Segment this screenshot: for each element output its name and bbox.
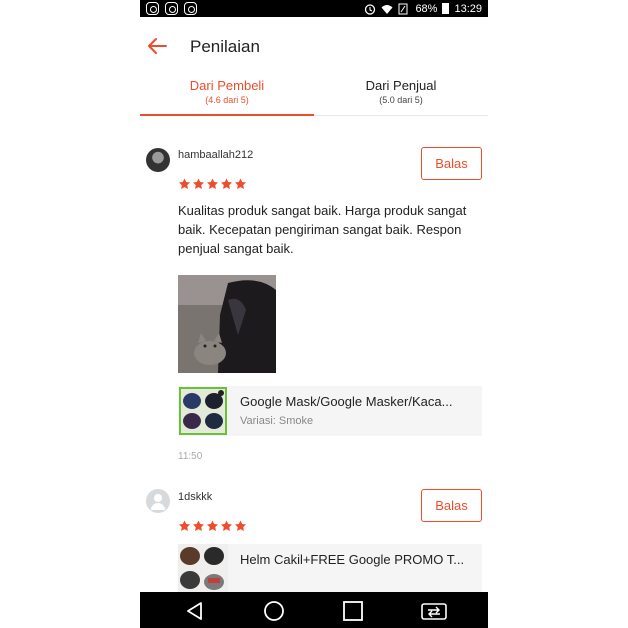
battery-percent: 68% [415,2,438,15]
alarm-icon [365,3,376,15]
recents-square-icon[interactable] [342,600,364,622]
product-card[interactable]: Google Mask/Google Masker/Kaca... Varias… [178,386,482,436]
avatar[interactable] [146,148,170,172]
wifi-icon [381,4,393,14]
instagram-icon [184,2,197,15]
product-name: Google Mask/Google Masker/Kaca... [240,394,453,409]
app-header: Penilaian [140,17,488,73]
tab-label: Dari Penjual [365,78,437,93]
instagram-icon [146,2,159,15]
username[interactable]: 1dskkk [178,491,212,503]
review-photo[interactable] [178,275,276,373]
star-icon [179,520,190,531]
switch-app-icon[interactable] [420,600,448,622]
helmet-image [178,544,228,594]
tab-from-seller[interactable]: Dari Penjual (5.0 dari 5) [314,73,488,115]
back-arrow-icon[interactable] [146,35,168,57]
cat-photo [178,275,276,373]
star-icon [193,178,204,189]
star-rating [178,520,247,532]
rating-tabs: Dari Pembeli (4.6 dari 5) Dari Penjual (… [140,73,488,116]
product-variant: Variasi: Smoke [240,415,314,427]
system-status: 68% 13:29 [364,3,482,15]
star-icon [179,178,190,189]
reply-button[interactable]: Balas [421,147,482,180]
home-circle-icon[interactable] [263,600,285,622]
avatar-placeholder-icon[interactable] [146,489,170,513]
tab-label: Dari Pembeli [189,78,265,93]
navigation-bar [140,592,488,628]
reply-button[interactable]: Balas [421,489,482,522]
page-title: Penilaian [190,37,260,56]
star-icon [235,520,246,531]
back-triangle-icon[interactable] [184,600,206,622]
review-item: 1dskkk Balas Helm Cakil+FREE Google PROM… [140,476,488,594]
star-icon [235,178,246,189]
review-item: hambaallah212 Balas Kualitas produk sang… [140,116,488,476]
product-name: Helm Cakil+FREE Google PROMO T... [240,552,465,567]
tab-from-buyer[interactable]: Dari Pembeli (4.6 dari 5) [140,73,314,116]
username[interactable]: hambaallah212 [178,149,253,161]
clock: 13:29 [454,2,482,15]
tab-rating: (4.6 dari 5) [205,95,249,105]
review-time: 11:50 [178,451,203,462]
star-rating [178,178,247,190]
product-card[interactable]: Helm Cakil+FREE Google PROMO T... [178,544,482,594]
signal-icon [398,3,408,14]
notification-icons [146,2,197,15]
battery-icon [442,3,450,14]
star-icon [221,178,232,189]
star-icon [207,178,218,189]
tab-rating: (5.0 dari 5) [379,95,423,105]
star-icon [221,520,232,531]
star-icon [207,520,218,531]
instagram-icon [165,2,178,15]
product-thumbnail [179,387,227,435]
status-bar: 68% 13:29 [140,0,488,17]
phone-screen: 68% 13:29 Penilaian Dari Pembeli (4.6 da… [140,0,488,628]
goggles-image [181,389,225,433]
star-icon [193,520,204,531]
product-thumbnail [178,544,228,594]
review-comment: Kualitas produk sangat baik. Harga produ… [178,203,467,256]
